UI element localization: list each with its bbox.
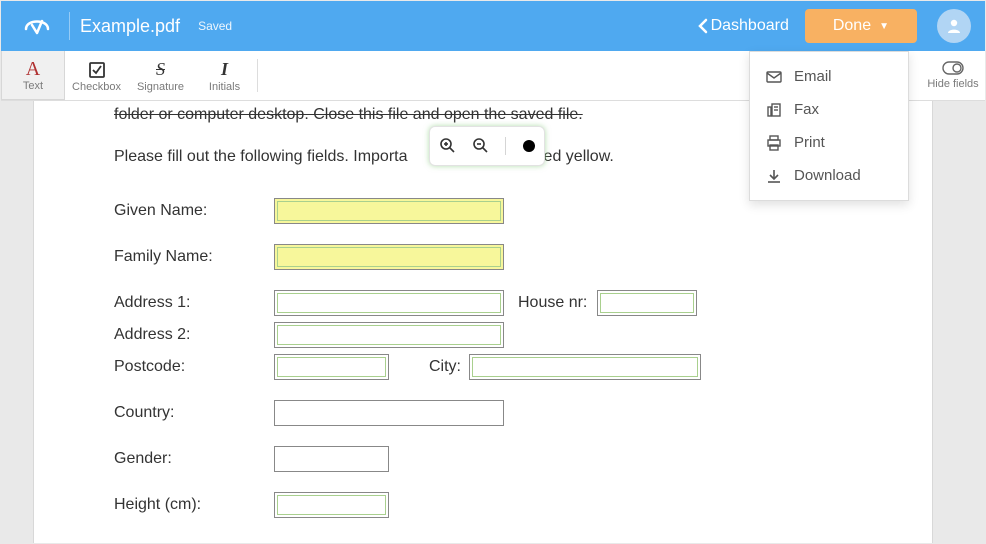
- label-city: City:: [429, 358, 461, 376]
- text-icon: A: [26, 58, 40, 80]
- zoom-separator: [505, 137, 506, 155]
- dropdown-print[interactable]: Print: [750, 126, 908, 159]
- tool-initials-label: Initials: [209, 81, 240, 93]
- initials-icon: I: [221, 59, 228, 81]
- dashboard-label: Dashboard: [711, 17, 789, 35]
- dropdown-download[interactable]: Download: [750, 159, 908, 192]
- label-postcode: Postcode:: [114, 358, 274, 376]
- checkbox-icon: [88, 59, 106, 81]
- label-family-name: Family Name:: [114, 248, 274, 266]
- user-avatar[interactable]: [937, 9, 971, 43]
- field-postcode[interactable]: [274, 354, 389, 380]
- field-country[interactable]: [274, 400, 504, 426]
- label-house-nr: House nr:: [518, 294, 587, 312]
- dropdown-print-label: Print: [794, 134, 825, 151]
- dropdown-fax-label: Fax: [794, 101, 819, 118]
- signature-icon: S: [156, 59, 165, 81]
- cutoff-text: folder or computer desktop. Close this f…: [114, 106, 852, 124]
- label-height: Height (cm):: [114, 496, 274, 514]
- tool-signature-label: Signature: [137, 81, 184, 93]
- dropdown-email[interactable]: Email: [750, 60, 908, 93]
- label-country: Country:: [114, 404, 274, 422]
- field-city[interactable]: [469, 354, 701, 380]
- tool-checkbox[interactable]: Checkbox: [65, 51, 129, 100]
- field-house-nr[interactable]: [597, 290, 697, 316]
- field-address2[interactable]: [274, 322, 504, 348]
- instruction-post: ked yellow.: [536, 148, 614, 165]
- label-given-name: Given Name:: [114, 202, 274, 220]
- tool-initials[interactable]: I Initials: [193, 51, 257, 100]
- tool-checkbox-label: Checkbox: [72, 81, 121, 93]
- field-gender[interactable]: [274, 446, 389, 472]
- document-title: Example.pdf: [80, 16, 180, 37]
- tool-text[interactable]: A Text: [1, 51, 65, 100]
- instruction-pre: Please fill out the following fields. Im…: [114, 148, 407, 165]
- hide-fields-button[interactable]: Hide fields: [921, 51, 985, 100]
- zoom-in-button[interactable]: [439, 137, 455, 156]
- record-indicator-icon[interactable]: [523, 140, 535, 152]
- tool-signature[interactable]: S Signature: [129, 51, 193, 100]
- dropdown-email-label: Email: [794, 68, 832, 85]
- field-family-name[interactable]: [274, 244, 504, 270]
- dashboard-link[interactable]: Dashboard: [697, 17, 789, 35]
- field-address1[interactable]: [274, 290, 504, 316]
- tool-text-label: Text: [23, 80, 43, 92]
- saved-status: Saved: [198, 19, 232, 33]
- field-given-name[interactable]: [274, 198, 504, 224]
- header-separator: [69, 12, 70, 40]
- dropdown-fax[interactable]: Fax: [750, 93, 908, 126]
- done-label: Done: [833, 17, 871, 35]
- done-button[interactable]: Done ▼: [805, 9, 917, 43]
- dropdown-download-label: Download: [794, 167, 861, 184]
- zoom-out-button[interactable]: [472, 137, 488, 156]
- done-dropdown: Email Fax Print Download: [749, 51, 909, 201]
- app-logo[interactable]: [15, 4, 59, 48]
- label-address2: Address 2:: [114, 326, 274, 344]
- label-gender: Gender:: [114, 450, 274, 468]
- hide-fields-icon: [942, 61, 964, 78]
- zoom-control: [429, 126, 545, 166]
- caret-down-icon: ▼: [879, 21, 889, 32]
- toolbar-separator: [257, 59, 258, 92]
- label-address1: Address 1:: [114, 294, 274, 312]
- field-height[interactable]: [274, 492, 389, 518]
- hide-fields-label: Hide fields: [927, 78, 978, 90]
